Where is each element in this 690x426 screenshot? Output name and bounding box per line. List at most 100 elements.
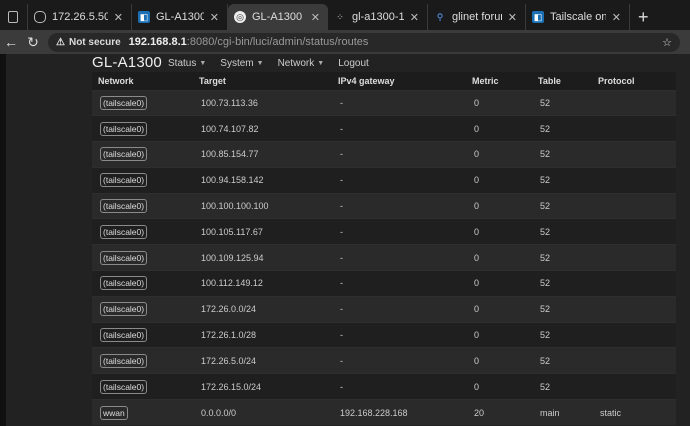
not-secure-badge[interactable]: ⚠ Not secure <box>56 37 121 48</box>
interface-badge: (tailscale0) <box>100 353 148 368</box>
cell-metric: 0 <box>466 141 532 168</box>
browser-tab-strip: 172.26.5.50 ✕ ◧ GL-A1300 Admin P ✕ ◎ GL-… <box>0 0 690 30</box>
close-icon[interactable]: ✕ <box>114 11 123 24</box>
cell-target: 172.26.1.0/28 <box>193 321 332 348</box>
cell-network: (tailscale0) <box>92 89 193 116</box>
luci-brand[interactable]: GL-A1300 <box>92 54 162 71</box>
warning-icon: ⚠ <box>56 36 65 48</box>
cell-gateway: - <box>332 244 466 271</box>
luci-menu: Status ▼ System ▼ Network ▼ Logout <box>168 58 383 69</box>
cell-protocol <box>592 244 676 271</box>
cell-table: 52 <box>532 347 592 374</box>
cell-metric: 0 <box>466 321 532 348</box>
tab-6[interactable]: ◧ Tailscale on the GL ✕ <box>526 4 630 30</box>
cell-metric: 0 <box>466 192 532 219</box>
cell-network: (tailscale0) <box>92 192 193 219</box>
glinet-icon: ◧ <box>138 11 150 23</box>
menu-system[interactable]: System ▼ <box>220 58 263 69</box>
cell-protocol <box>592 141 676 168</box>
close-icon[interactable]: ✕ <box>311 11 320 24</box>
cell-target: 100.85.154.77 <box>193 141 332 168</box>
table-row: (tailscale0) 100.100.100.100-0 52 <box>92 192 676 219</box>
cell-network: (tailscale0) <box>92 347 193 374</box>
bookmark-star-icon[interactable]: ☆ <box>662 36 672 49</box>
table-row: (tailscale0) 172.26.5.0/24-0 52 <box>92 347 676 374</box>
tab-4[interactable]: ⁘ gl-a1300-1 - Tailsc ✕ <box>328 4 428 30</box>
table-row: wwan 0.0.0.0/0 192.168.228.168 20 main static <box>92 399 676 426</box>
close-icon[interactable]: ✕ <box>410 11 419 24</box>
tab-active[interactable]: ◎ GL-A1300 - Routes ✕ <box>228 4 328 30</box>
tab-label: Tailscale on the GL <box>550 11 606 23</box>
interface-badge: (tailscale0) <box>100 302 148 317</box>
col-target: Target <box>193 72 332 90</box>
tab-2[interactable]: ◧ GL-A1300 Admin P ✕ <box>132 4 228 30</box>
cell-metric: 0 <box>466 166 532 194</box>
interface-badge: wwan <box>100 405 128 420</box>
cell-table: 52 <box>532 244 592 271</box>
table-row: (tailscale0) 100.94.158.142-0 52 <box>92 166 676 194</box>
cell-gateway: - <box>332 89 466 116</box>
cell-protocol <box>592 192 676 219</box>
table-row: (tailscale0) 100.112.149.12-0 52 <box>92 270 676 297</box>
cell-table: 52 <box>532 89 592 116</box>
window-edge <box>0 54 6 426</box>
caret-down-icon: ▼ <box>199 60 207 67</box>
reload-icon[interactable]: ↻ <box>22 34 44 51</box>
cell-protocol <box>592 373 676 400</box>
table-row: (tailscale0) 172.26.1.0/28-0 52 <box>92 321 676 348</box>
close-icon[interactable]: ✕ <box>612 11 621 24</box>
table-row: (tailscale0) 100.105.117.67-0 52 <box>92 218 676 245</box>
cell-metric: 0 <box>466 89 532 116</box>
routes-table: Network Target IPv4 gateway Metric Table… <box>92 72 676 426</box>
cell-protocol <box>592 347 676 374</box>
cell-target: 100.73.113.36 <box>193 89 332 116</box>
close-icon[interactable]: ✕ <box>210 11 219 24</box>
cell-gateway: - <box>332 166 466 194</box>
cell-network: (tailscale0) <box>92 270 193 297</box>
new-tab-button[interactable]: + <box>630 4 657 30</box>
table-row: (tailscale0) 100.74.107.82-0 52 <box>92 115 676 142</box>
luci-icon: ◎ <box>234 11 246 23</box>
page-icon <box>8 11 18 23</box>
caret-down-icon: ▼ <box>256 60 264 67</box>
cell-table: main <box>532 399 592 426</box>
interface-badge: (tailscale0) <box>100 147 148 162</box>
cell-gateway: - <box>332 321 466 348</box>
url-host: 192.168.8.1 <box>128 36 187 48</box>
interface-badge: (tailscale0) <box>100 224 148 239</box>
cell-gateway: - <box>332 373 466 400</box>
tab-5[interactable]: ⚲ glinet forum - Sear ✕ <box>428 4 526 30</box>
cell-network: (tailscale0) <box>92 321 193 348</box>
cell-target: 172.26.5.0/24 <box>193 347 332 374</box>
cell-gateway: - <box>332 115 466 142</box>
cell-table: 52 <box>532 373 592 400</box>
cell-gateway: - <box>332 218 466 245</box>
close-icon[interactable]: ✕ <box>508 11 517 24</box>
cell-table: 52 <box>532 218 592 245</box>
glinet-icon: ◧ <box>532 11 544 23</box>
cell-metric: 0 <box>466 295 532 323</box>
interface-badge: (tailscale0) <box>100 173 148 188</box>
tab-label: 172.26.5.50 <box>52 11 108 23</box>
tab-1[interactable]: 172.26.5.50 ✕ <box>28 4 132 30</box>
col-protocol: Protocol <box>592 72 676 90</box>
back-arrow-icon[interactable]: ← <box>0 34 22 50</box>
interface-badge: (tailscale0) <box>100 276 148 291</box>
table-row: (tailscale0) 100.85.154.77-0 52 <box>92 141 676 168</box>
table-row: (tailscale0) 100.109.125.94-0 52 <box>92 244 676 271</box>
cell-protocol <box>592 166 676 194</box>
cell-gateway: - <box>332 270 466 297</box>
url-input[interactable]: ⚠ Not secure 192.168.8.1:8080/cgi-bin/luc… <box>48 32 680 52</box>
tab-pinned[interactable] <box>0 4 28 30</box>
tab-label: glinet forum - Sear <box>452 11 502 23</box>
cell-table: 52 <box>532 192 592 219</box>
menu-network[interactable]: Network ▼ <box>278 58 325 69</box>
col-gateway: IPv4 gateway <box>332 72 466 90</box>
menu-logout[interactable]: Logout <box>338 58 369 69</box>
menu-status[interactable]: Status ▼ <box>168 58 206 69</box>
col-network: Network <box>92 72 193 90</box>
cell-target: 172.26.0.0/24 <box>193 295 332 323</box>
cell-protocol <box>592 218 676 245</box>
tab-label: GL-A1300 Admin P <box>156 11 204 23</box>
cell-metric: 0 <box>466 373 532 400</box>
